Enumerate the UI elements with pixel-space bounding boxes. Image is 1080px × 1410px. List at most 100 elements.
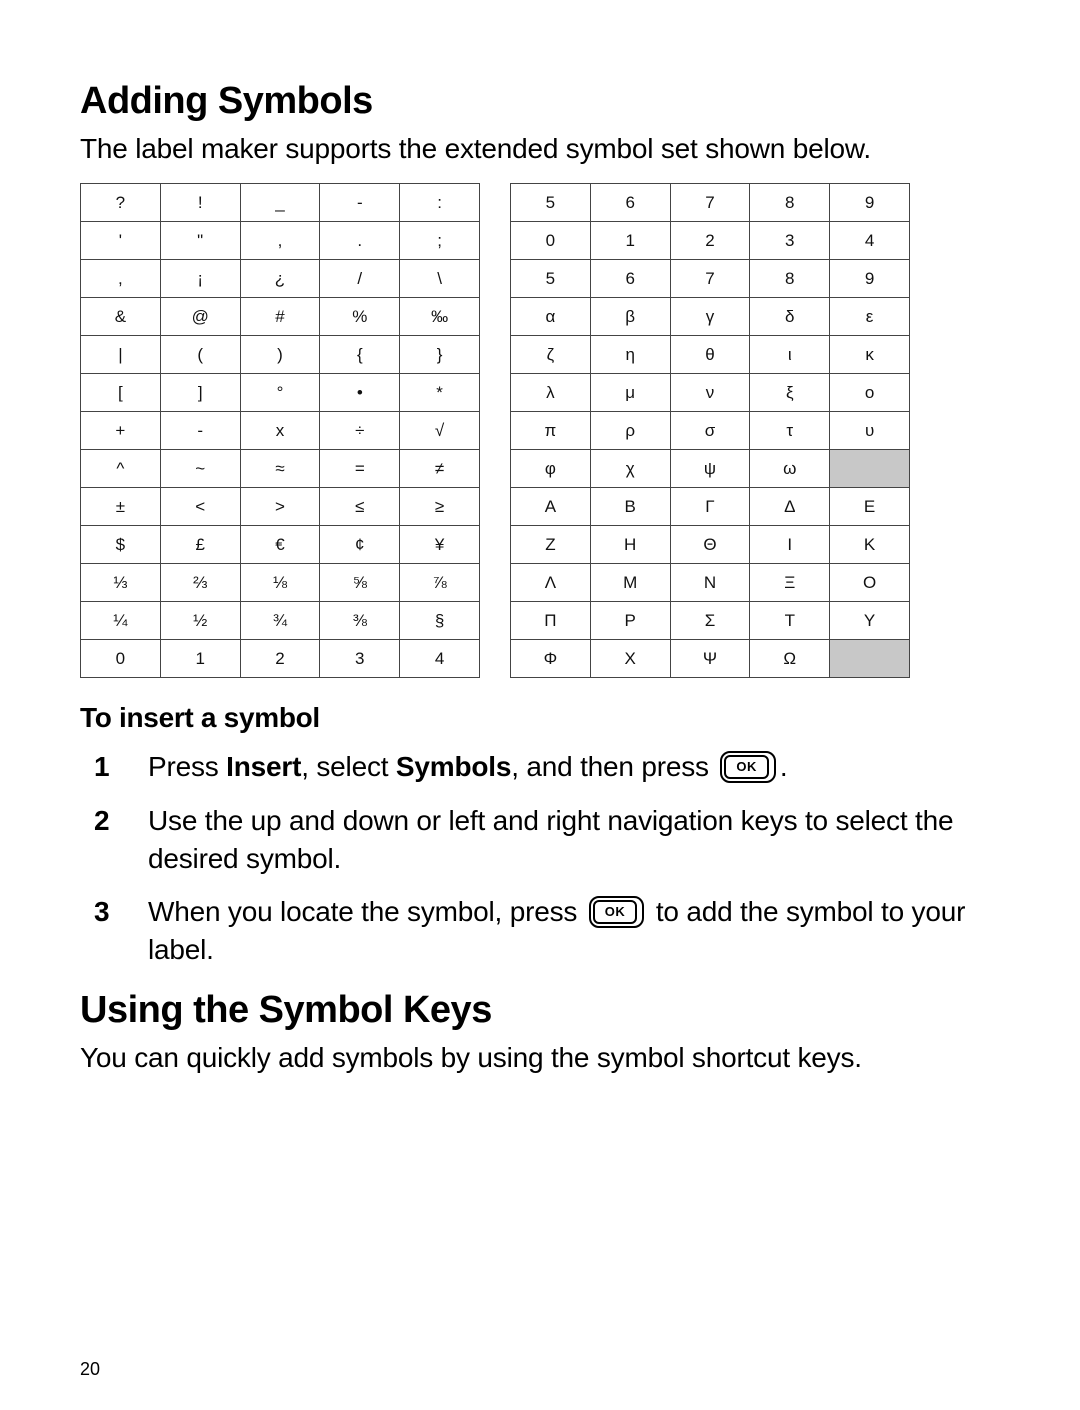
symbol-cell: √ [400, 412, 480, 450]
symbol-cell: ! [160, 184, 240, 222]
symbol-cell: % [320, 298, 400, 336]
symbol-cell: = [320, 450, 400, 488]
symbol-cell: 2 [670, 222, 750, 260]
symbol-cell: Ι [750, 526, 830, 564]
symbol-cell: Φ [511, 640, 591, 678]
symbol-cell: 5 [511, 260, 591, 298]
symbol-cell: ¥ [400, 526, 480, 564]
symbol-cell: Τ [750, 602, 830, 640]
symbol-cell: ¿ [240, 260, 320, 298]
intro-paragraph-2: You can quickly add symbols by using the… [80, 1042, 1000, 1074]
symbol-cell: Ψ [670, 640, 750, 678]
symbol-cell: Ω [750, 640, 830, 678]
symbol-cell: > [240, 488, 320, 526]
symbol-cell: ≤ [320, 488, 400, 526]
symbol-cell: ' [81, 222, 161, 260]
symbol-cell: Η [590, 526, 670, 564]
symbol-cell: ¼ [81, 602, 161, 640]
symbol-cell: ¾ [240, 602, 320, 640]
step-body: Use the up and down or left and right na… [148, 802, 1000, 878]
symbol-cell: " [160, 222, 240, 260]
symbol-cell: 2 [240, 640, 320, 678]
symbol-cell: , [81, 260, 161, 298]
symbol-cell: # [240, 298, 320, 336]
symbol-cell: ζ [511, 336, 591, 374]
symbol-cell: ‰ [400, 298, 480, 336]
step-number: 2 [80, 802, 148, 840]
insert-symbol-steps: 1Press Insert, select Symbols, and then … [80, 748, 1000, 969]
ok-button-icon: OK [589, 896, 645, 928]
symbol-cell: ^ [81, 450, 161, 488]
symbol-cell: 9 [830, 184, 910, 222]
symbol-cell: κ [830, 336, 910, 374]
symbol-cell: 7 [670, 260, 750, 298]
step-body: Press Insert, select Symbols, and then p… [148, 748, 1000, 786]
symbol-cell: δ [750, 298, 830, 336]
symbol-cell: Ε [830, 488, 910, 526]
manual-page: Adding Symbols The label maker supports … [0, 0, 1080, 1410]
symbol-cell: ÷ [320, 412, 400, 450]
symbol-cell: § [400, 602, 480, 640]
symbol-cell: η [590, 336, 670, 374]
symbol-cell: { [320, 336, 400, 374]
symbol-cell: + [81, 412, 161, 450]
symbol-cell: } [400, 336, 480, 374]
symbol-cell: ≥ [400, 488, 480, 526]
symbol-cell: β [590, 298, 670, 336]
symbol-cell: Λ [511, 564, 591, 602]
symbol-cell: Ξ [750, 564, 830, 602]
symbol-cell: Κ [830, 526, 910, 564]
symbol-table-right: 567890123456789αβγδεζηθικλμνξοπρστυφχψωΑ… [510, 183, 910, 678]
symbol-cell: ¡ [160, 260, 240, 298]
symbol-cell: ⅓ [81, 564, 161, 602]
symbol-cell: ⅜ [320, 602, 400, 640]
symbol-cell: ⅞ [400, 564, 480, 602]
symbol-cell: α [511, 298, 591, 336]
symbol-cell: υ [830, 412, 910, 450]
step-body: When you locate the symbol, press OK to … [148, 893, 1000, 969]
step-number: 1 [80, 748, 148, 786]
step-item: 3When you locate the symbol, press OK to… [80, 893, 1000, 969]
symbol-cell: . [320, 222, 400, 260]
symbol-cell: ξ [750, 374, 830, 412]
symbol-cell: ( [160, 336, 240, 374]
symbol-cell: € [240, 526, 320, 564]
symbol-cell: 1 [590, 222, 670, 260]
symbol-cell: λ [511, 374, 591, 412]
symbol-cell: \ [400, 260, 480, 298]
symbol-cell: ρ [590, 412, 670, 450]
symbol-cell: Β [590, 488, 670, 526]
symbol-cell: / [320, 260, 400, 298]
symbol-cell: 5 [511, 184, 591, 222]
symbol-cell: τ [750, 412, 830, 450]
symbol-cell: - [320, 184, 400, 222]
symbol-cell: ) [240, 336, 320, 374]
symbol-cell: μ [590, 374, 670, 412]
symbol-cell: 4 [400, 640, 480, 678]
symbol-cell: ; [400, 222, 480, 260]
symbol-cell: * [400, 374, 480, 412]
symbol-cell: & [81, 298, 161, 336]
symbol-cell: 1 [160, 640, 240, 678]
symbol-cell: • [320, 374, 400, 412]
symbol-cell: , [240, 222, 320, 260]
symbol-cell: $ [81, 526, 161, 564]
symbol-cell: x [240, 412, 320, 450]
symbol-cell: _ [240, 184, 320, 222]
symbol-cell: 8 [750, 184, 830, 222]
symbol-cell: ° [240, 374, 320, 412]
symbol-cell: - [160, 412, 240, 450]
symbol-cell: ⅔ [160, 564, 240, 602]
symbol-cell: Χ [590, 640, 670, 678]
symbol-cell: ~ [160, 450, 240, 488]
ok-button-icon: OK [720, 751, 776, 783]
symbol-tables-container: ?!_-:'",.;,¡¿/\&@#%‰|(){}[]°•*+-x÷√^~≈=≠… [80, 183, 1000, 678]
symbol-cell: ≈ [240, 450, 320, 488]
symbol-cell: γ [670, 298, 750, 336]
symbol-cell: 9 [830, 260, 910, 298]
symbol-cell: ⅝ [320, 564, 400, 602]
symbol-cell: χ [590, 450, 670, 488]
symbol-table-left: ?!_-:'",.;,¡¿/\&@#%‰|(){}[]°•*+-x÷√^~≈=≠… [80, 183, 480, 678]
symbol-cell: Σ [670, 602, 750, 640]
symbol-cell: 0 [81, 640, 161, 678]
